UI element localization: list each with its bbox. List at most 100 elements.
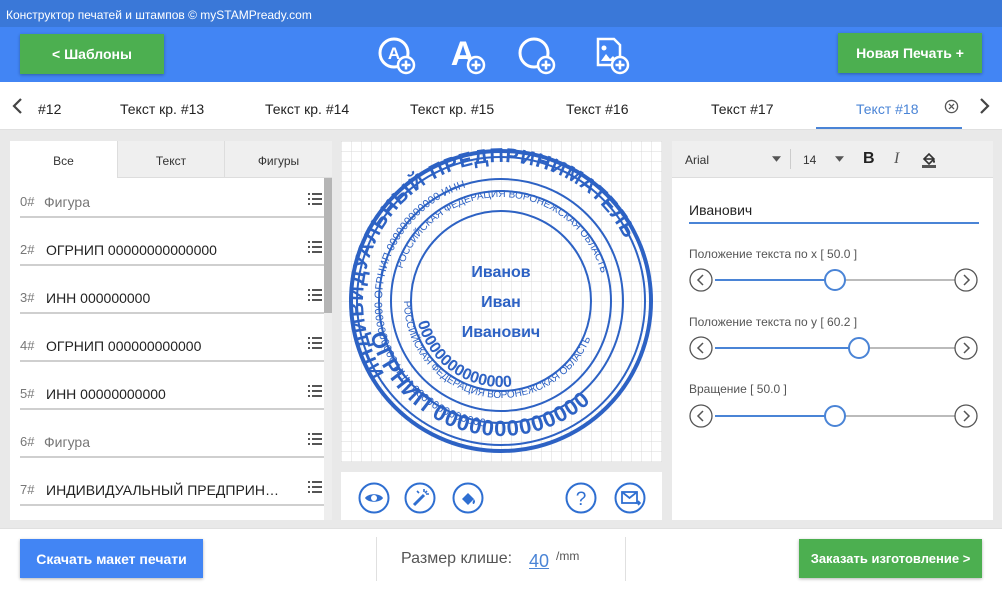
canvas-tools: ? [341, 472, 662, 520]
stamp-canvas[interactable]: ИНДИВИДУАЛЬНЫЙ ПРЕДПРИНИМАТЕЛЬ ОГРНИП 00… [341, 141, 662, 462]
footer-divider-2 [625, 537, 626, 581]
slider-thumb[interactable] [848, 337, 871, 359]
fill-color-icon[interactable] [452, 482, 484, 514]
slider-increase-icon[interactable] [954, 268, 978, 292]
text-input-underline [689, 222, 979, 224]
tab-all[interactable]: Все [10, 141, 117, 178]
add-image-icon[interactable] [590, 35, 630, 75]
add-circle-text-icon[interactable]: A [376, 35, 416, 75]
active-tab-indicator [816, 127, 962, 129]
window-title: Конструктор печатей и штампов © mySTAMPr… [0, 0, 1002, 27]
list-item-label: Фигура [44, 434, 90, 450]
close-tab-icon[interactable] [944, 99, 959, 114]
svg-text:?: ? [576, 489, 587, 510]
download-layout-button[interactable]: Скачать макет печати [20, 539, 203, 578]
footer-bar: Скачать макет печати Размер клише: 40 /m… [0, 528, 1002, 589]
slider-track[interactable] [859, 347, 955, 349]
stamp-center-line-1: Иванов [471, 264, 530, 281]
drag-handle-icon[interactable] [308, 192, 322, 206]
list-item[interactable]: 0# Фигура [20, 178, 324, 218]
list-item[interactable]: 5# ИНН 00000000000 [20, 370, 324, 410]
tab-14[interactable]: Текст кр. #14 [265, 101, 349, 117]
bold-button[interactable]: B [863, 150, 875, 168]
slider-track[interactable] [835, 415, 955, 417]
tab-13[interactable]: Текст кр. #13 [120, 101, 204, 117]
main-toolbar: < Шаблоны A A Новая Печать + [0, 27, 1002, 82]
list-item-number: 7# [20, 482, 35, 497]
slider-y-label: Положение текста по y [ 60.2 ] [689, 315, 858, 329]
list-item-number: 3# [20, 290, 35, 305]
drag-handle-icon[interactable] [308, 384, 322, 398]
help-icon[interactable]: ? [565, 482, 597, 514]
stamp-center-line-3: Иванович [462, 324, 540, 341]
list-item-number: 2# [20, 242, 35, 257]
tab-15[interactable]: Текст кр. #15 [410, 101, 494, 117]
slider-rotation-label: Вращение [ 50.0 ] [689, 382, 787, 396]
footer-divider [376, 537, 377, 581]
add-text-icon[interactable]: A [446, 35, 486, 75]
add-circle-icon[interactable] [516, 35, 556, 75]
list-item-label: ИНН 000000000 [46, 290, 151, 306]
templates-button[interactable]: < Шаблоны [20, 34, 164, 74]
list-item-number: 5# [20, 386, 35, 401]
slider-increase-icon[interactable] [954, 404, 978, 428]
slider-decrease-icon[interactable] [689, 404, 713, 428]
list-item[interactable]: 6# Фигура [20, 418, 324, 458]
drag-handle-icon[interactable] [308, 432, 322, 446]
text-format-toolbar: Arial 14 B I [672, 141, 993, 178]
cliche-size-input[interactable]: 40 [529, 551, 549, 572]
italic-button[interactable]: I [894, 150, 899, 168]
tab-shapes[interactable]: Фигуры [224, 141, 332, 178]
magic-wand-icon[interactable] [404, 482, 436, 514]
list-item[interactable]: 7# ИНДИВИДУАЛЬНЫЙ ПРЕДПРИН… [20, 466, 324, 506]
font-dropdown-icon[interactable] [772, 156, 781, 162]
list-item-label: ОГРНИП 000000000000 [46, 338, 202, 354]
drag-handle-icon[interactable] [308, 288, 322, 302]
list-item-number: 0# [20, 194, 35, 209]
slider-thumb[interactable] [824, 269, 846, 291]
drag-handle-icon[interactable] [308, 480, 322, 494]
cliche-size-unit: /mm [556, 549, 580, 563]
list-item-label: ИНДИВИДУАЛЬНЫЙ ПРЕДПРИН… [46, 482, 279, 498]
list-item-number: 4# [20, 338, 35, 353]
order-button[interactable]: Заказать изготовление > [799, 539, 982, 578]
scrollbar-thumb[interactable] [324, 178, 332, 313]
slider-increase-icon[interactable] [954, 336, 978, 360]
properties-panel: Arial 14 B I Иванович Положение текста п… [672, 141, 993, 520]
font-select[interactable]: Arial [685, 153, 709, 167]
elements-panel: Все Текст Фигуры 0# Фигура 2# ОГРНИП 000000… [10, 141, 332, 520]
eye-icon[interactable] [358, 482, 390, 514]
element-tabs: #12 Текст кр. #13 Текст кр. #14 Текст кр… [0, 82, 1002, 130]
new-stamp-button[interactable]: Новая Печать + [838, 33, 982, 73]
list-item[interactable]: 4# ОГРНИП 000000000000 [20, 322, 324, 362]
slider-fill [715, 279, 835, 281]
slider-fill [715, 347, 860, 349]
mail-icon[interactable] [614, 482, 646, 514]
chevron-right-icon[interactable] [976, 97, 992, 115]
stamp-preview: ИНДИВИДУАЛЬНЫЙ ПРЕДПРИНИМАТЕЛЬ ОГРНИП 00… [341, 141, 662, 462]
list-item[interactable]: 3# ИНН 000000000 [20, 274, 324, 314]
list-item[interactable]: 2# ОГРНИП 00000000000000 [20, 226, 324, 266]
toolbar-divider [790, 149, 791, 169]
tab-18[interactable]: Текст #18 [856, 101, 919, 117]
slider-x-label: Положение текста по x [ 50.0 ] [689, 247, 858, 261]
stamp-center-line-2: Иван [481, 294, 521, 311]
text-color-icon[interactable] [920, 150, 938, 168]
drag-handle-icon[interactable] [308, 240, 322, 254]
list-item-label: ОГРНИП 00000000000000 [46, 242, 217, 258]
tab-16[interactable]: Текст #16 [566, 101, 629, 117]
text-input[interactable]: Иванович [689, 202, 752, 218]
tab-17[interactable]: Текст #17 [711, 101, 774, 117]
slider-track[interactable] [835, 279, 955, 281]
tab-12[interactable]: #12 [38, 101, 61, 117]
chevron-left-icon[interactable] [10, 97, 26, 115]
drag-handle-icon[interactable] [308, 336, 322, 350]
list-item-label: Фигура [44, 194, 90, 210]
tab-text[interactable]: Текст [117, 141, 224, 178]
size-dropdown-icon[interactable] [835, 156, 844, 162]
font-size-select[interactable]: 14 [803, 153, 816, 167]
slider-fill [715, 415, 835, 417]
slider-decrease-icon[interactable] [689, 268, 713, 292]
slider-thumb[interactable] [824, 405, 846, 427]
slider-decrease-icon[interactable] [689, 336, 713, 360]
